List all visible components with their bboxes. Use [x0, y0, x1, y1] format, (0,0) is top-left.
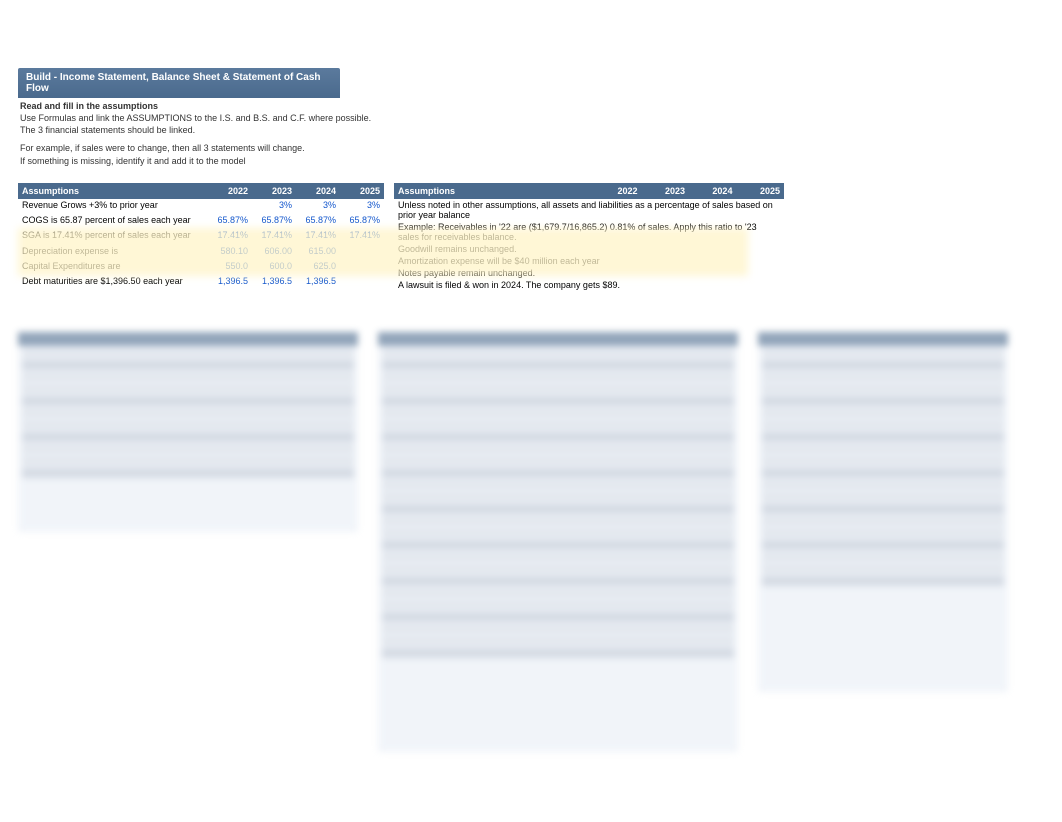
- col-header-year: 2024: [296, 183, 340, 199]
- blurred-statements-area: [18, 232, 1048, 752]
- col-header-year: 2022: [208, 183, 252, 199]
- table-row: Revenue Grows +3% to prior year 3% 3% 3%: [18, 199, 384, 214]
- cell[interactable]: 3%: [340, 199, 384, 214]
- section-title: Build - Income Statement, Balance Sheet …: [18, 68, 340, 98]
- cell[interactable]: 3%: [252, 199, 296, 214]
- instr-line: Read and fill in the assumptions: [20, 100, 1048, 112]
- instr-line: If something is missing, identify it and…: [20, 155, 1048, 167]
- col-header: Assumptions: [18, 183, 208, 199]
- cell: Unless noted in other assumptions, all a…: [394, 199, 784, 221]
- col-header-year: 2025: [736, 183, 784, 199]
- cell: Revenue Grows +3% to prior year: [18, 199, 208, 214]
- col-header-year: 2023: [252, 183, 296, 199]
- col-header-year: 2025: [340, 183, 384, 199]
- cell[interactable]: 3%: [296, 199, 340, 214]
- col-header-year: 2023: [641, 183, 688, 199]
- instr-line: For example, if sales were to change, th…: [20, 142, 1048, 154]
- col-header-year: 2024: [689, 183, 736, 199]
- col-header-year: 2022: [594, 183, 641, 199]
- instructions-block: Read and fill in the assumptions Use For…: [18, 98, 1048, 169]
- instr-line: Use Formulas and link the ASSUMPTIONS to…: [20, 112, 1048, 124]
- col-header: Assumptions: [394, 183, 594, 199]
- instr-line: The 3 financial statements should be lin…: [20, 124, 1048, 136]
- cell[interactable]: [208, 199, 252, 214]
- table-row: Unless noted in other assumptions, all a…: [394, 199, 784, 221]
